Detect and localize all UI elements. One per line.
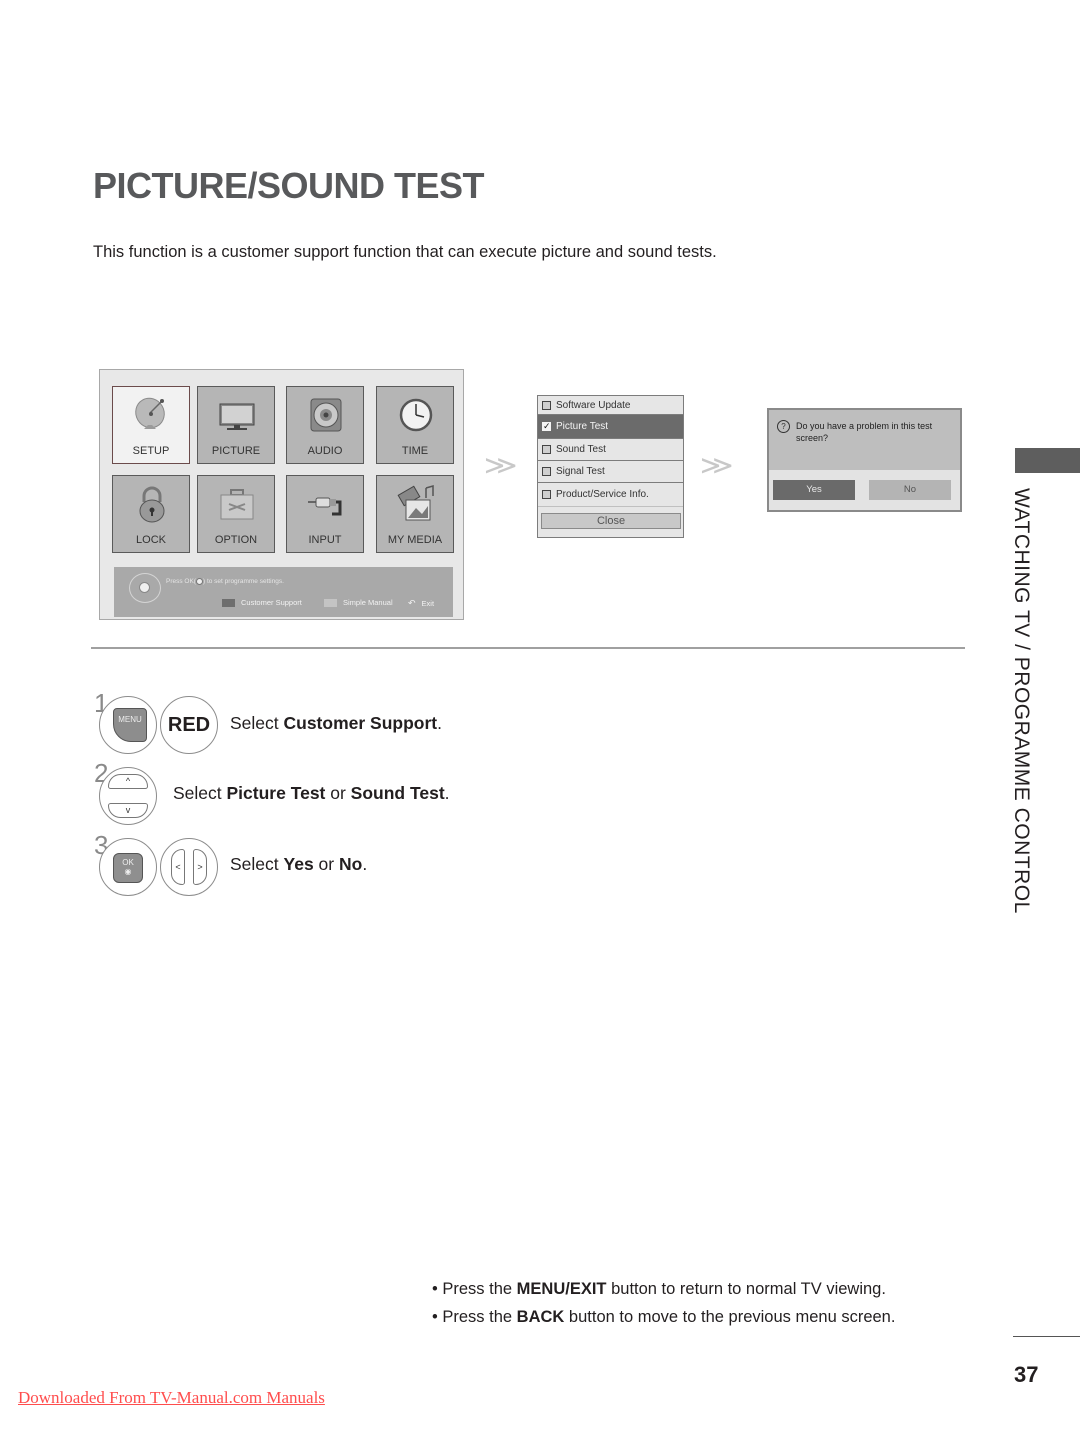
legend-customer-support[interactable]: Customer Support [222, 598, 302, 607]
legend-simple-manual[interactable]: Simple Manual [324, 598, 393, 607]
menu-tile-input[interactable]: INPUT [286, 475, 364, 553]
menu-button[interactable]: MENU [99, 696, 157, 754]
close-button[interactable]: Close [541, 513, 681, 529]
speaker-icon [310, 398, 342, 432]
menu-tile-picture[interactable]: PICTURE [197, 386, 275, 464]
page-number-rule [1013, 1336, 1080, 1337]
no-button[interactable]: No [869, 480, 951, 500]
satellite-dish-icon [135, 397, 165, 429]
red-button[interactable]: RED [160, 696, 218, 754]
checkbox-icon [542, 401, 551, 410]
next-arrow-icon: ≫ [483, 451, 518, 481]
step-instruction: Select Yes or No. [230, 854, 368, 874]
left-right-button[interactable]: < > [160, 838, 218, 896]
page-title: PICTURE/SOUND TEST [93, 165, 485, 206]
menu-tile-option[interactable]: OPTION [197, 475, 275, 553]
clock-icon [399, 398, 433, 432]
step-instruction: Select Picture Test or Sound Test. [173, 783, 450, 803]
green-key-swatch [324, 598, 337, 607]
footer-hint: Press OK() to set programme settings. [166, 578, 284, 586]
note-item: • Press the BACK button to move to the p… [432, 1307, 896, 1326]
up-down-button[interactable]: ^ v [99, 767, 157, 825]
cs-item-signal-test[interactable]: Signal Test [538, 461, 683, 483]
dialog-message: Do you have a problem in this test scree… [796, 421, 933, 443]
nav-ring-icon [129, 573, 161, 603]
media-icon [397, 485, 434, 521]
customer-support-menu: Software Update ✓ Picture Test Sound Tes… [537, 395, 684, 538]
chevron-up-icon[interactable]: ^ [108, 774, 148, 789]
section-divider [91, 647, 965, 649]
checkbox-icon [542, 467, 551, 476]
menu-tile-setup[interactable]: SETUP [112, 386, 190, 464]
menu-tile-label: LOCK [136, 534, 166, 546]
cs-item-picture-test[interactable]: ✓ Picture Test [538, 415, 683, 439]
menu-tile-label: TIME [401, 445, 429, 457]
menu-tile-label: AUDIO [307, 445, 343, 457]
ok-key-icon: OK ◉ [113, 853, 143, 883]
cs-item-product-service-info[interactable]: Product/Service Info. [538, 483, 683, 507]
notes-list: • Press the MENU/EXIT button to return t… [432, 1276, 895, 1331]
chevron-right-icon[interactable]: > [193, 849, 207, 885]
toolbox-icon [220, 489, 254, 520]
section-tab-label: WATCHING TV / PROGRAMME CONTROL [1010, 488, 1033, 914]
dialog-button-bar: Yes No [769, 470, 960, 510]
padlock-icon [139, 486, 165, 523]
checkbox-checked-icon: ✓ [542, 421, 551, 431]
cs-item-sound-test[interactable]: Sound Test [538, 439, 683, 461]
checkbox-icon [542, 445, 551, 454]
menu-tile-label: INPUT [308, 534, 342, 546]
menu-key-icon: MENU [113, 708, 147, 742]
menu-tile-time[interactable]: TIME [376, 386, 454, 464]
menu-tile-lock[interactable]: LOCK [112, 475, 190, 553]
yes-button[interactable]: Yes [773, 480, 855, 500]
ok-icon [195, 578, 203, 585]
menu-footer-bar: Press OK() to set programme settings. Cu… [114, 567, 453, 617]
chevron-left-icon[interactable]: < [171, 849, 185, 885]
cs-item-software-update[interactable]: Software Update [538, 397, 683, 415]
chevron-down-icon[interactable]: v [108, 803, 148, 818]
menu-tile-label: SETUP [132, 445, 170, 457]
page-number: 37 [1014, 1362, 1039, 1387]
menu-tile-label: OPTION [214, 534, 258, 546]
confirm-dialog: ? Do you have a problem in this test scr… [767, 408, 962, 512]
menu-tile-label: MY MEDIA [387, 534, 443, 546]
step-instruction: Select Customer Support. [230, 713, 442, 733]
ok-button[interactable]: OK ◉ [99, 838, 157, 896]
back-arrow-icon: ↶ [408, 598, 416, 608]
menu-tile-my-media[interactable]: MY MEDIA [376, 475, 454, 553]
note-item: • Press the MENU/EXIT button to return t… [432, 1280, 886, 1298]
section-tab-marker [1015, 448, 1080, 473]
menu-tile-label: PICTURE [211, 445, 261, 457]
question-icon: ? [777, 420, 790, 433]
cable-plug-icon [308, 497, 342, 516]
download-source-link[interactable]: Downloaded From TV-Manual.com Manuals [18, 1388, 325, 1408]
main-menu-screenshot: SETUP PICTURE AUDIO TIME LOCK OPTION INP… [99, 369, 464, 620]
checkbox-icon [542, 490, 551, 499]
intro-text: This function is a customer support func… [93, 243, 717, 261]
tv-monitor-icon [219, 403, 255, 430]
legend-exit[interactable]: ↶ Exit [408, 598, 434, 609]
next-arrow-icon: ≫ [699, 451, 734, 481]
red-key-swatch [222, 598, 235, 607]
menu-tile-audio[interactable]: AUDIO [286, 386, 364, 464]
